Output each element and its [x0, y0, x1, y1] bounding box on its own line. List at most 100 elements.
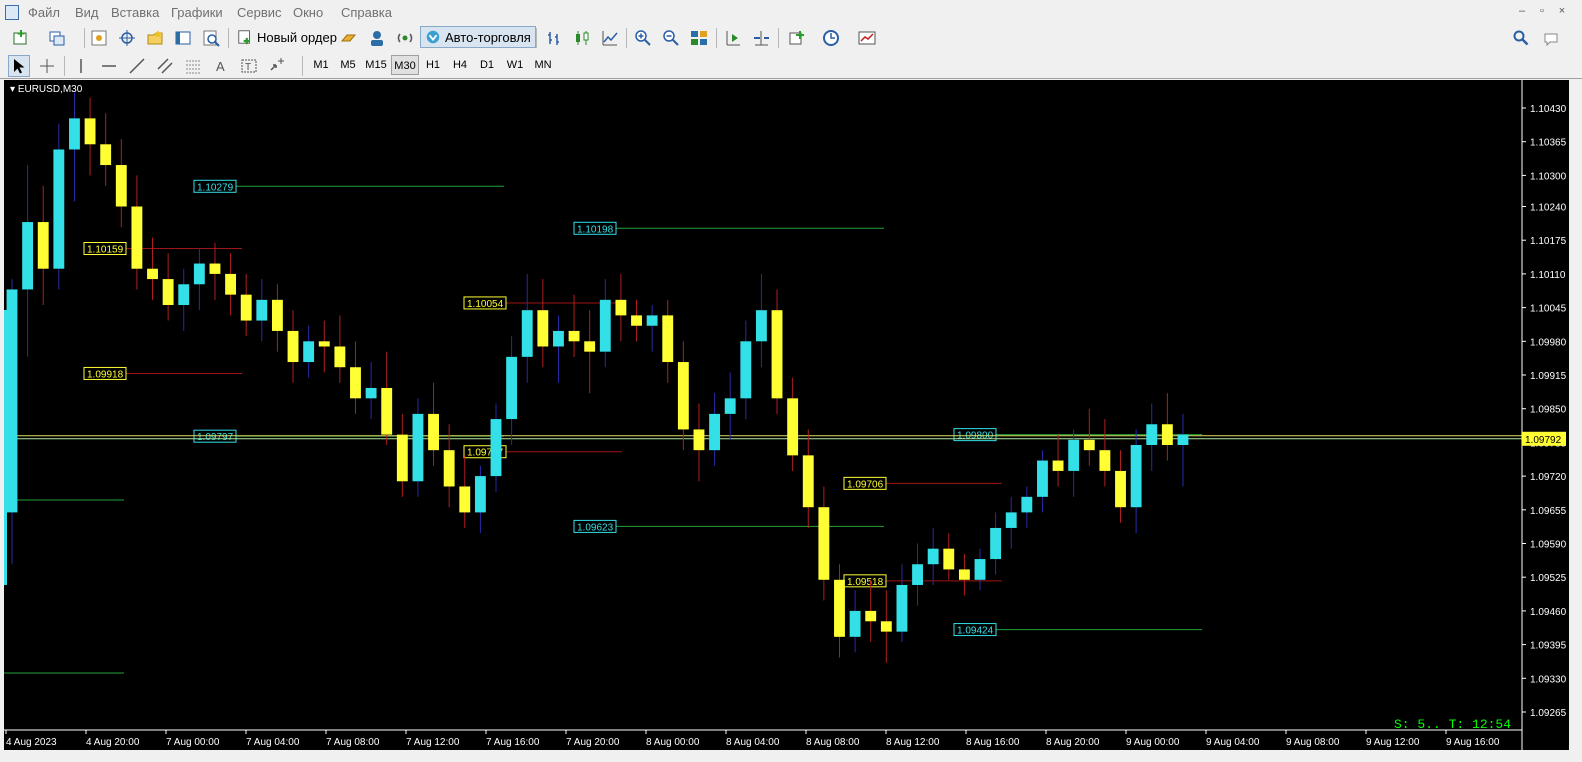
profiles-icon[interactable]: [46, 27, 68, 49]
price-tick-label: 1.09460: [1530, 607, 1567, 618]
bear-candle: [334, 346, 346, 368]
new-order-button[interactable]: Новый ордер: [233, 26, 341, 48]
trader-icon[interactable]: [366, 27, 388, 49]
menu-charts[interactable]: Графики: [171, 5, 223, 20]
templates-icon[interactable]: [856, 27, 878, 49]
price-tick-label: 1.09655: [1530, 506, 1567, 517]
equidistant-channel-icon[interactable]: [154, 55, 176, 77]
bull-candle: [646, 315, 658, 326]
menu-tools[interactable]: Сервис: [237, 5, 282, 20]
terminal-icon[interactable]: [172, 27, 194, 49]
signals-icon[interactable]: [394, 27, 416, 49]
bear-candle: [1161, 424, 1173, 445]
bull-candle: [1068, 439, 1080, 471]
drawing-toolbar: A T M1 M5 M15 M30 H1 H4 D1 W1 MN: [0, 52, 1582, 79]
trendline-icon[interactable]: [126, 55, 148, 77]
zoom-out-icon[interactable]: [660, 27, 682, 49]
restore-button[interactable]: ▫: [1535, 4, 1549, 18]
candlestick-icon[interactable]: [571, 27, 593, 49]
text-icon[interactable]: A: [210, 55, 232, 77]
tf-d1[interactable]: D1: [474, 55, 500, 75]
bear-candle: [240, 294, 252, 321]
price-tick-label: 1.10430: [1530, 104, 1567, 115]
bear-candle: [37, 222, 49, 269]
bear-candle: [943, 548, 955, 570]
bear-candle: [459, 486, 471, 513]
fibonacci-icon[interactable]: [182, 55, 204, 77]
chart-status-text: S: 5.. T: 12:54: [1394, 717, 1512, 732]
bear-candle: [958, 569, 970, 580]
notifications-icon[interactable]: [1540, 27, 1562, 49]
chart-window[interactable]: ▾ EURUSD,M30 1.10279 1.10198 1.10159 1.1005…: [4, 80, 1569, 750]
price-tick-label: 1.09525: [1530, 573, 1567, 584]
tester-icon[interactable]: [200, 27, 222, 49]
tf-m1[interactable]: M1: [308, 55, 334, 75]
gold-bars-icon[interactable]: [338, 27, 360, 49]
market-watch-icon[interactable]: [88, 27, 110, 49]
data-window-icon[interactable]: [116, 27, 138, 49]
bull-candle: [412, 413, 424, 482]
vertical-line-icon[interactable]: [70, 55, 92, 77]
menu-help[interactable]: Справка: [341, 5, 392, 20]
menu-file[interactable]: Файл: [28, 5, 60, 20]
minimize-button[interactable]: –: [1515, 4, 1529, 18]
level-label: 1.09424: [957, 626, 994, 637]
navigator-icon[interactable]: [144, 27, 166, 49]
arrows-icon[interactable]: [266, 55, 288, 77]
text-label-icon[interactable]: T: [238, 55, 260, 77]
horizontal-line-icon[interactable]: [98, 55, 120, 77]
bear-candle: [802, 455, 814, 508]
tf-h4[interactable]: H4: [447, 55, 473, 75]
tf-h1[interactable]: H1: [420, 55, 446, 75]
new-chart-icon[interactable]: [10, 27, 32, 49]
bear-candle: [1052, 460, 1064, 471]
bear-candle: [271, 299, 283, 331]
time-tick-label: 7 Aug 08:00: [326, 737, 380, 748]
cursor-icon[interactable]: [8, 55, 30, 77]
level-label: 1.09623: [577, 522, 614, 533]
close-button[interactable]: ×: [1555, 4, 1569, 18]
bear-candle: [115, 165, 127, 207]
time-tick-label: 9 Aug 04:00: [1206, 737, 1260, 748]
search-icon[interactable]: [1510, 27, 1532, 49]
bear-candle: [443, 450, 455, 487]
autoscroll-icon[interactable]: [750, 27, 772, 49]
menu-insert[interactable]: Вставка: [111, 5, 159, 20]
level-label: 1.10198: [577, 224, 614, 235]
indicators-icon[interactable]: [786, 27, 808, 49]
bull-candle: [1146, 424, 1158, 445]
bull-candle: [53, 149, 65, 269]
price-tick-label: 1.10175: [1530, 236, 1567, 247]
tf-m5[interactable]: M5: [335, 55, 361, 75]
price-tick-label: 1.10240: [1530, 203, 1567, 214]
tile-windows-icon[interactable]: [688, 27, 710, 49]
level-label: 1.10279: [197, 182, 234, 193]
tf-w1[interactable]: W1: [501, 55, 529, 75]
periods-icon[interactable]: [820, 27, 842, 49]
bar-chart-icon[interactable]: [543, 27, 565, 49]
crosshair-icon[interactable]: [36, 55, 58, 77]
price-chart[interactable]: 1.10279 1.10198 1.10159 1.10054 1.09918 1.098…: [4, 80, 1569, 750]
tf-mn[interactable]: MN: [530, 55, 556, 75]
bull-candle: [69, 118, 80, 150]
autotrading-label: Авто-торговля: [445, 29, 531, 45]
tf-m30[interactable]: M30: [391, 55, 419, 75]
svg-text:T: T: [245, 62, 251, 73]
bull-candle: [506, 356, 518, 420]
new-order-icon: [237, 29, 253, 45]
tf-m15[interactable]: M15: [362, 55, 390, 75]
zoom-in-icon[interactable]: [632, 27, 654, 49]
autotrading-button[interactable]: Авто-торговля: [420, 26, 536, 48]
bull-candle: [896, 584, 908, 632]
current-price-label: 1.09792: [1525, 435, 1562, 446]
price-tick-label: 1.10300: [1530, 171, 1567, 182]
time-tick-label: 7 Aug 00:00: [166, 737, 220, 748]
bull-candle: [849, 610, 861, 637]
time-tick-label: 7 Aug 16:00: [486, 737, 540, 748]
line-chart-icon[interactable]: [599, 27, 621, 49]
menu-view[interactable]: Вид: [75, 5, 99, 20]
chart-shift-icon[interactable]: [722, 27, 744, 49]
menu-window[interactable]: Окно: [293, 5, 323, 20]
time-tick-label: 7 Aug 12:00: [406, 737, 460, 748]
bull-candle: [599, 299, 611, 352]
